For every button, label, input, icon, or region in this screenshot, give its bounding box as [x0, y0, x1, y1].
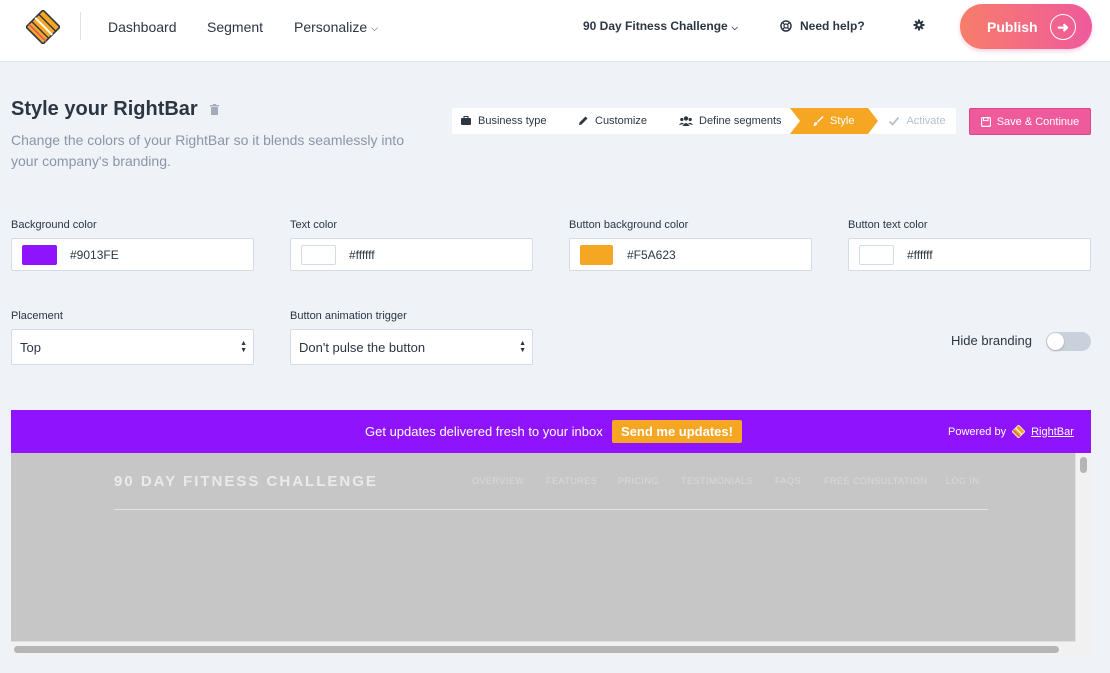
brush-icon [813, 116, 824, 127]
website-preview: 90 DAY FITNESS CHALLENGE OVERVIEW FEATUR… [11, 453, 1091, 656]
site-nav-item: TESTIMONIALS [681, 476, 754, 486]
step-label: Customize [595, 115, 647, 127]
nav-personalize-dropdown[interactable]: Personalize ⌵ [294, 18, 378, 38]
background-color-value: #9013FE [70, 247, 119, 262]
step-label: Style [830, 115, 855, 127]
step-customize[interactable]: Customize [569, 108, 671, 134]
site-nav-item: OVERVIEW [472, 476, 525, 486]
text-color-label: Text color [290, 219, 338, 231]
rightbar-preview: Get updates delivered fresh to your inbo… [11, 410, 1091, 453]
nav-dashboard-link[interactable]: Dashboard [108, 18, 177, 36]
site-nav-item: FAQS [775, 476, 802, 486]
updown-arrows-icon: ▲ ▼ [240, 340, 247, 354]
chevron-down-icon: ⌵ [371, 23, 378, 33]
site-nav-item: PRICING [618, 476, 660, 486]
step-style[interactable]: Style [790, 108, 880, 134]
site-nav-item: LOG IN [946, 476, 980, 486]
vertical-scrollbar[interactable] [1075, 453, 1091, 641]
site-nav-item: FEATURES [546, 476, 598, 486]
site-title: 90 DAY FITNESS CHALLENGE [114, 473, 378, 490]
horizontal-scrollbar[interactable] [11, 641, 1075, 656]
button-background-color-input[interactable]: #F5A623 [569, 238, 812, 271]
step-label: Activate [906, 115, 946, 127]
powered-by-text: Powered by [948, 425, 1007, 438]
placement-select[interactable]: Top ▲ ▼ [11, 329, 254, 365]
nav-divider [80, 12, 81, 40]
hide-branding-toggle[interactable] [1046, 332, 1091, 351]
trash-icon[interactable] [209, 104, 219, 115]
nav-personalize-label: Personalize [294, 19, 368, 35]
gear-icon[interactable] [913, 19, 925, 31]
button-text-color-input[interactable]: #ffffff [848, 238, 1091, 271]
scroll-corner [1075, 641, 1091, 656]
check-icon [889, 116, 900, 126]
save-continue-button[interactable]: Save & Continue [969, 108, 1091, 135]
nav-segment-link[interactable]: Segment [207, 18, 263, 36]
background-color-swatch[interactable] [22, 244, 57, 265]
background-color-input[interactable]: #9013FE [11, 238, 254, 271]
toggle-knob [1047, 333, 1064, 350]
step-define-segments[interactable]: Define segments [671, 108, 790, 134]
hide-branding-label: Hide branding [951, 333, 1032, 348]
text-color-input[interactable]: #ffffff [290, 238, 533, 271]
wizard-stepper: Business type Customize Define segments … [452, 108, 956, 134]
users-icon [679, 116, 693, 126]
powered-by-brand-link[interactable]: RightBar [1031, 426, 1074, 438]
preview-cta-button[interactable]: Send me updates! [612, 420, 742, 443]
text-color-swatch[interactable] [301, 244, 336, 265]
button-background-color-label: Button background color [569, 219, 689, 231]
animation-trigger-label: Button animation trigger [290, 310, 407, 322]
rightbar-logo-icon [1012, 425, 1026, 438]
page-title-text: Style your RightBar [11, 98, 198, 120]
floppy-disk-icon [980, 116, 991, 127]
placement-value: Top [20, 339, 41, 355]
rightbar-logo-icon[interactable] [26, 10, 60, 44]
animation-trigger-value: Don't pulse the button [299, 339, 426, 355]
project-name: 90 Day Fitness Challenge [583, 19, 728, 33]
step-activate[interactable]: Activate [868, 108, 955, 134]
text-color-value: #ffffff [349, 247, 375, 262]
publish-label: Publish [987, 18, 1038, 35]
powered-by: Powered by RightBar [948, 425, 1074, 438]
step-business-type[interactable]: Business type [452, 108, 569, 134]
step-label: Define segments [699, 115, 782, 127]
page-title: Style your RightBar [11, 98, 219, 121]
scroll-thumb[interactable] [1080, 457, 1087, 473]
nav-dashboard-label: Dashboard [108, 19, 177, 35]
preview-bar-text: Get updates delivered fresh to your inbo… [365, 424, 603, 439]
step-label: Business type [478, 115, 547, 127]
lifebuoy-icon [780, 20, 792, 32]
pencil-icon [579, 116, 588, 125]
save-continue-label: Save & Continue [996, 115, 1080, 128]
page-subtitle: Change the colors of your RightBar so it… [11, 132, 404, 169]
animation-trigger-select[interactable]: Don't pulse the button ▲ ▼ [290, 329, 533, 365]
nav-segment-label: Segment [207, 19, 264, 35]
button-background-color-swatch[interactable] [580, 244, 613, 265]
site-divider [114, 509, 988, 510]
scroll-thumb[interactable] [14, 646, 1059, 653]
updown-arrows-icon: ▲ ▼ [519, 340, 526, 354]
project-switcher[interactable]: 90 Day Fitness Challenge ⌵ [583, 19, 738, 33]
button-background-color-value: #F5A623 [627, 247, 676, 262]
publish-button[interactable]: Publish ➜ [960, 4, 1092, 49]
placement-label: Placement [11, 310, 63, 322]
button-text-color-label: Button text color [848, 219, 928, 231]
button-text-color-value: #ffffff [907, 247, 933, 262]
arrow-right-icon: ➜ [1050, 14, 1076, 40]
briefcase-icon [461, 116, 471, 125]
chevron-down-icon: ⌵ [731, 23, 738, 32]
site-nav-item: FREE CONSULTATION [824, 476, 928, 486]
help-link[interactable]: Need help? [780, 19, 865, 33]
top-navbar: Dashboard Segment Personalize ⌵ 90 Day Fi… [0, 0, 1110, 62]
help-label: Need help? [800, 19, 865, 33]
background-color-label: Background color [11, 219, 97, 231]
button-text-color-swatch[interactable] [859, 244, 894, 265]
